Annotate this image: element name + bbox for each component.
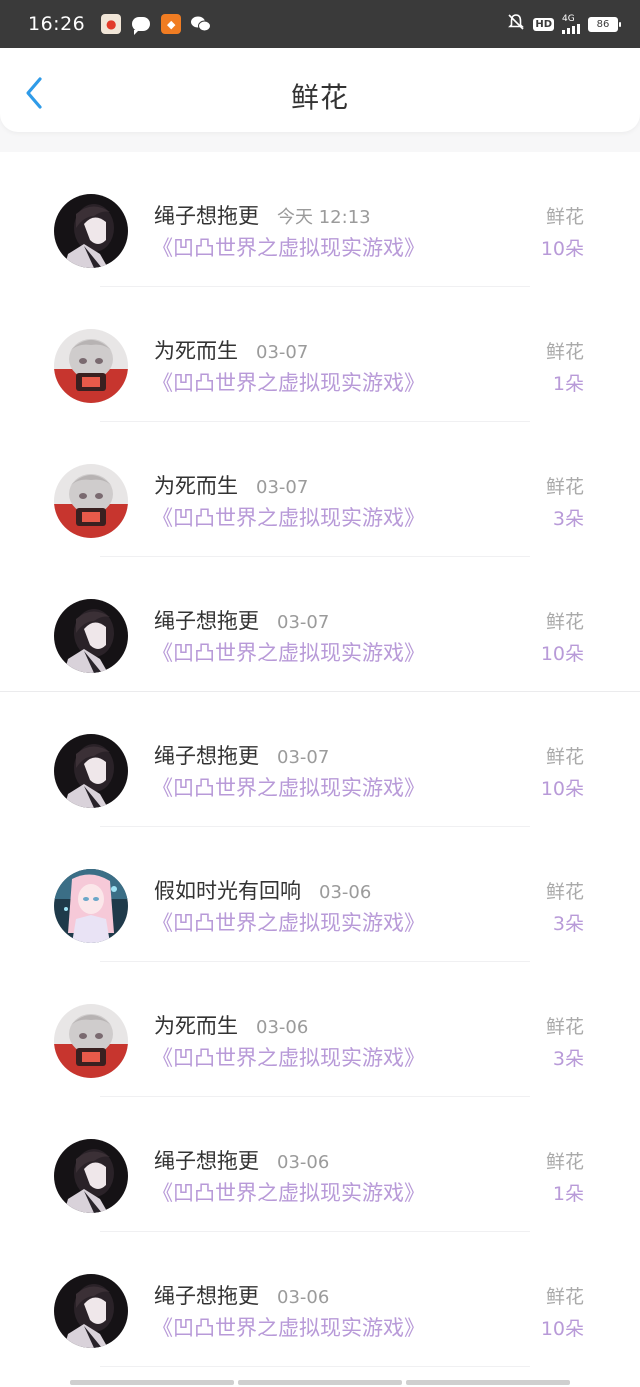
user-name[interactable]: 绳子想拖更 [154,1280,259,1310]
gift-time: 03-07 [277,747,330,768]
avatar[interactable] [54,329,128,403]
name-line: 假如时光有回响 03-06 [154,875,371,905]
gift-type-label: 鲜花 [545,1151,584,1173]
tomato-app-icon: ● [101,14,122,34]
book-title[interactable]: 《凹凸世界之虚拟现实游戏》 [152,1177,425,1207]
hd-badge: HD [533,17,554,31]
gift-time: 03-07 [256,477,309,498]
gift-count: 3朵 [552,508,584,530]
gift-type-label: 鲜花 [545,881,584,903]
gift-time: 03-06 [277,1287,330,1308]
status-bar: 16:26 ● ◆ HD 4G 86 [0,0,640,48]
avatar[interactable] [54,599,128,673]
avatar[interactable] [54,869,128,943]
user-name[interactable]: 绳子想拖更 [154,605,259,635]
gift-time: 03-07 [256,342,309,363]
book-title[interactable]: 《凹凸世界之虚拟现实游戏》 [152,1312,425,1342]
avatar[interactable] [54,1004,128,1078]
gift-time: 03-06 [319,882,372,903]
book-title[interactable]: 《凹凸世界之虚拟现实游戏》 [152,637,425,667]
gift-count: 10朵 [540,643,584,665]
gift-row[interactable]: 绳子想拖更 03-07 《凹凸世界之虚拟现实游戏》 鲜花 10朵 [0,557,640,692]
gift-row[interactable]: 为死而生 03-07 《凹凸世界之虚拟现实游戏》 鲜花 1朵 [0,287,640,422]
name-line: 为死而生 03-07 [154,335,308,365]
gift-time: 03-07 [277,612,330,633]
gift-time: 03-06 [277,1152,330,1173]
scroll-indicator [70,1380,570,1385]
user-name[interactable]: 绳子想拖更 [154,1145,259,1175]
book-title[interactable]: 《凹凸世界之虚拟现实游戏》 [152,772,425,802]
name-line: 为死而生 03-07 [154,470,308,500]
gift-time: 今天 12:13 [277,207,371,228]
app-notification-icon: ◆ [161,14,182,34]
header-bar: 鲜花 [0,48,640,132]
user-name[interactable]: 绳子想拖更 [154,740,259,770]
signal-icon: 4G [562,13,580,34]
status-right: HD 4G 86 [507,13,621,35]
gift-type-label: 鲜花 [545,476,584,498]
gift-count: 10朵 [540,1318,584,1340]
gift-count: 3朵 [552,1048,584,1070]
gift-count: 3朵 [552,913,584,935]
gift-type-label: 鲜花 [545,1286,584,1308]
book-title[interactable]: 《凹凸世界之虚拟现实游戏》 [152,367,425,397]
book-title[interactable]: 《凹凸世界之虚拟现实游戏》 [152,1042,425,1072]
gift-row[interactable]: 绳子想拖更 03-06 《凹凸世界之虚拟现实游戏》 鲜花 10朵 [0,1232,640,1367]
book-title[interactable]: 《凹凸世界之虚拟现实游戏》 [152,232,425,262]
user-name[interactable]: 为死而生 [154,335,238,365]
user-name[interactable]: 绳子想拖更 [154,200,259,230]
gift-type-label: 鲜花 [545,206,584,228]
gift-count: 1朵 [552,373,584,395]
gift-count: 10朵 [540,778,584,800]
gift-type-label: 鲜花 [545,341,584,363]
battery-level: 86 [589,17,617,31]
gift-type-label: 鲜花 [545,611,584,633]
name-line: 为死而生 03-06 [154,1010,308,1040]
gift-type-label: 鲜花 [545,746,584,768]
user-name[interactable]: 为死而生 [154,1010,238,1040]
notification-icons: ● ◆ [101,14,212,35]
gift-row[interactable]: 绳子想拖更 今天 12:13 《凹凸世界之虚拟现实游戏》 鲜花 10朵 [0,152,640,287]
app-root: 16:26 ● ◆ HD 4G 86 鲜花 绳子想拖更 今天 12:13 《凹凸… [0,0,640,1387]
avatar[interactable] [54,464,128,538]
status-time: 16:26 [28,13,86,35]
avatar[interactable] [54,1274,128,1348]
page-title: 鲜花 [290,81,349,114]
battery-icon: 86 [588,16,621,32]
gift-row[interactable]: 绳子想拖更 03-06 《凹凸世界之虚拟现实游戏》 鲜花 1朵 [0,1097,640,1232]
network-type: 4G [562,13,575,24]
gift-row[interactable]: 假如时光有回响 03-06 《凹凸世界之虚拟现实游戏》 鲜花 3朵 [0,827,640,962]
mute-bell-icon [507,13,525,35]
avatar[interactable] [54,1139,128,1213]
gift-type-label: 鲜花 [545,1016,584,1038]
name-line: 绳子想拖更 03-06 [154,1145,329,1175]
gift-count: 10朵 [540,238,584,260]
gift-time: 03-06 [256,1017,309,1038]
user-name[interactable]: 为死而生 [154,470,238,500]
avatar[interactable] [54,194,128,268]
avatar[interactable] [54,734,128,808]
name-line: 绳子想拖更 03-07 [154,740,329,770]
message-icon [131,14,151,35]
book-title[interactable]: 《凹凸世界之虚拟现实游戏》 [152,502,425,532]
name-line: 绳子想拖更 03-07 [154,605,329,635]
name-line: 绳子想拖更 03-06 [154,1280,329,1310]
gift-row[interactable]: 为死而生 03-07 《凹凸世界之虚拟现实游戏》 鲜花 3朵 [0,422,640,557]
gift-row[interactable]: 绳子想拖更 03-07 《凹凸世界之虚拟现实游戏》 鲜花 10朵 [0,692,640,827]
gift-list: 绳子想拖更 今天 12:13 《凹凸世界之虚拟现实游戏》 鲜花 10朵 为死而生 03-07… [0,152,640,1387]
gift-count: 1朵 [552,1183,584,1205]
row-divider [100,1366,530,1367]
wechat-icon [191,14,212,34]
name-line: 绳子想拖更 今天 12:13 [154,200,371,230]
gift-row[interactable]: 为死而生 03-06 《凹凸世界之虚拟现实游戏》 鲜花 3朵 [0,962,640,1097]
book-title[interactable]: 《凹凸世界之虚拟现实游戏》 [152,907,425,937]
user-name[interactable]: 假如时光有回响 [154,875,301,905]
